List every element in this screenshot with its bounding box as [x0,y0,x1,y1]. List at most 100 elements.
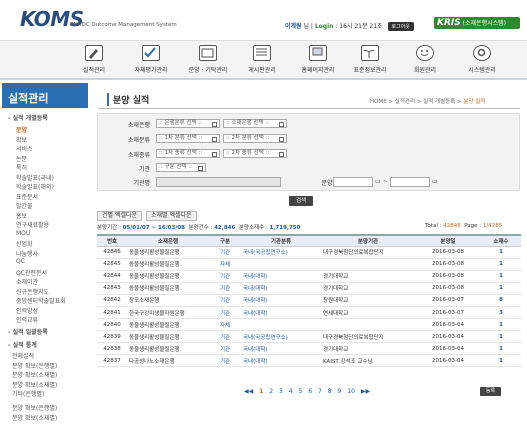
cell-count[interactable]: 1 [481,330,521,344]
breadcrumb-item[interactable]: 실적 개별등록 [423,99,455,105]
sidebar-item[interactable]: 신규은행지도 [16,287,49,296]
page-link[interactable]: 7 [318,388,322,395]
sidebar-item[interactable]: 표준문서 [16,192,38,201]
calendar-icon[interactable]: ▭ [375,178,381,185]
sidebar-item[interactable]: 학술발표(국내) [16,173,54,182]
sidebar-stat-item[interactable]: 분양·확보(소재별) [12,370,57,379]
register-button[interactable]: 등록 [480,387,501,396]
excel-download-by-case-button[interactable]: 건별 엑셀다운 [97,211,143,221]
cell-count[interactable]: 1 [481,282,521,295]
menu-item-system[interactable]: 시스템관리 [454,41,510,74]
cell-category[interactable]: 국내(대학) [241,354,321,368]
sidebar-item[interactable]: 인력양성 [16,306,38,315]
cell-count[interactable]: 1 [481,270,521,283]
kris-link-button[interactable]: KRIS (소재은행시스템) [434,17,520,29]
type2-select[interactable]: :: 2차 종류 선택 :: [223,149,287,158]
cell-count[interactable]: 1 [481,258,521,271]
sidebar-item[interactable]: MOU [16,230,30,237]
sidebar-stat-item[interactable]: 분양 확보(은행별) [12,403,57,412]
breadcrumb-item[interactable]: 실적관리 [395,99,415,105]
sidebar-item[interactable]: QC [16,258,25,265]
cell-category[interactable]: 국내(대학) [241,294,321,307]
cell-count[interactable]: 1 [481,318,521,332]
sidebar-item-distribution[interactable]: 분양 [8,125,82,134]
cell-count[interactable]: 1 [481,246,521,259]
sidebar-item[interactable]: 서비스 [16,144,33,153]
sidebar-group-bulk[interactable]: - 실적 일괄등록 [8,327,48,336]
bank-category-select[interactable]: :: 은행분류 선택 :: [156,119,220,128]
sidebar-item[interactable]: 인력교류 [16,315,38,324]
page-link[interactable]: 3 [279,388,283,395]
table-row[interactable]: 42839 동물생리활성물질은행 기관 국내(국공립연구소) 대구경북첨단의료복합단지 2… [97,330,521,344]
menu-item-distribution[interactable]: 분양 · 기탁관리 [180,41,236,74]
sidebar-item[interactable]: 학술발표(해외) [16,182,54,191]
sidebar-item[interactable]: 나눔행사 [16,249,38,258]
cell-category[interactable]: 국내(대학) [241,306,321,320]
sidebar-stat-item[interactable]: 전체실적 [12,351,34,360]
sidebar-stat-item[interactable]: 분양 확보(은행별) [12,361,57,370]
page-link[interactable]: 2 [269,388,273,395]
sidebar-stat-item[interactable]: 분양 확보(소재별) [12,413,57,422]
cell-category[interactable] [241,258,321,271]
bank-select[interactable]: :: 소재은행 선택 :: [223,119,287,128]
sidebar-item[interactable]: 특허 [16,163,27,172]
page-link-current[interactable]: 1 [259,388,263,395]
cell-count[interactable]: 1 [481,354,521,368]
menu-item-homepage[interactable]: 홈페이지관리 [290,41,346,74]
sidebar-stat-item[interactable]: 기타(은행별) [12,389,44,398]
menu-item-performance[interactable]: 실적관리 [66,41,122,74]
sidebar-item[interactable]: QC관련문서 [16,268,47,277]
sidebar-item[interactable]: 홍보 [16,211,27,220]
excel-download-by-material-button[interactable]: 소재별 엑셀다운 [146,211,197,221]
type1-select[interactable]: :: 1차 종류 선택 :: [156,149,220,158]
table-row[interactable]: 42846 동물생리활성물질은행 기관 국내(국공립연구소) 대구경북첨단의료복합단지 2… [97,246,521,259]
sidebar-group-individual[interactable]: - 실적 개별등록 [8,113,48,122]
table-row[interactable]: 42837 다공성나노소재은행 기관 국내(대학) KAIST 강석조 교수님 2016-… [97,354,521,368]
sidebar-item[interactable]: 중앙센터학술발표회 [16,296,66,305]
sidebar-item[interactable]: 연구재료활용 [16,220,49,229]
menu-item-members[interactable]: 회원관리 [397,41,453,74]
org-type-select[interactable]: :: 구분 선택 :: [156,163,206,172]
search-button[interactable]: 검색 [289,196,313,206]
menu-item-self-eval[interactable]: 자체평가관리 [123,41,179,74]
page-link[interactable]: 8 [328,388,332,395]
cell-category[interactable]: 국내(대학) [241,342,321,356]
menu-item-board[interactable]: 게시판관리 [234,41,290,74]
sidebar-item[interactable]: 확보 [16,135,27,144]
menu-item-standard-info[interactable]: 표준정보관리 [342,41,398,74]
cell-category[interactable]: 국내(국공립연구소) [241,330,321,344]
cell-category[interactable] [241,318,321,332]
calendar-icon[interactable]: ▭ [432,178,438,185]
date-from-input[interactable] [333,177,373,187]
sidebar-item[interactable]: 논문 [16,154,27,163]
table-row[interactable]: 42843 동물생리활성물질은행 기관 국내(대학) 경기대학교 2016-03-08 1 [97,282,521,295]
page-link[interactable]: 4 [289,388,293,395]
page-link[interactable]: 5 [299,388,303,395]
cell-category[interactable]: 국내(국공립연구소) [241,246,321,259]
table-row[interactable]: 42840 동물생리활성물질은행 자체 2016-03-04 1 [97,318,521,332]
sidebar-item[interactable]: 발간물 [16,201,33,210]
table-row[interactable]: 42845 동물생리활성물질은행 자체 2016-03-08 1 [97,258,521,271]
table-row[interactable]: 42838 동물생리활성물질은행 기관 국내(대학) 경기대학교 2016-03-04 1 [97,342,521,356]
breadcrumb-home[interactable]: HOME [370,99,387,105]
table-row[interactable]: 42842 장모소재은행 기관 국내(대학) 창원대학교 2016-03-07 8 [97,294,521,307]
page-link[interactable]: 9 [338,388,342,395]
table-row[interactable]: 42844 동물생리활성물질은행 기관 국내(대학) 경기대학교 2016-03-08 1 [97,270,521,283]
sidebar-stat-item[interactable]: 분양·확보(소재별) [12,380,57,389]
cell-category[interactable]: 국내(대학) [241,282,321,295]
sidebar-group-stats[interactable]: - 실적 통계 [8,340,37,349]
cell-count[interactable]: 8 [481,294,521,307]
cell-count[interactable]: 3 [481,306,521,320]
cell-count[interactable]: 1 [481,342,521,356]
org-name-input[interactable] [156,177,281,187]
table-row[interactable]: 42841 한국구강미생물자원은행 기관 국내(대학) 연세대학교 2016-03-07 3 [97,306,521,320]
category1-select[interactable]: :: 1차 분류 선택 :: [156,134,220,143]
prev-page-button[interactable]: ◀◀ [244,388,253,395]
page-link[interactable]: 6 [308,388,312,395]
logout-button[interactable]: 로그아웃 [387,22,414,31]
sidebar-item[interactable]: 소재이관 [16,277,38,286]
page-link[interactable]: 10 [347,388,355,395]
date-to-input[interactable] [390,177,430,187]
category2-select[interactable]: :: 2차 분류 선택 :: [223,134,287,143]
next-page-button[interactable]: ▶▶ [361,388,370,395]
